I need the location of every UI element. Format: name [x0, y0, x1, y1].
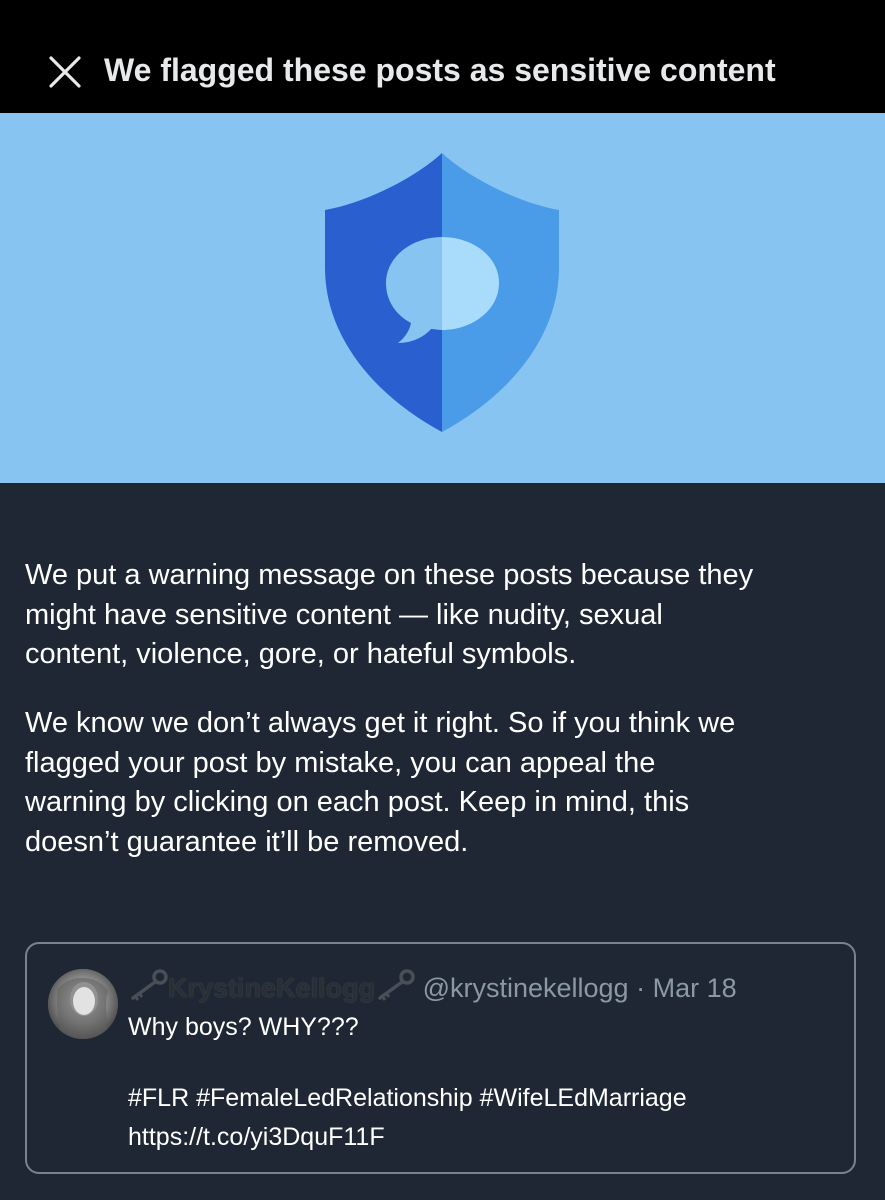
paragraph-line: doesn’t guarantee it’ll be removed.	[25, 825, 469, 858]
paragraph-line: might have sensitive content — like nudi…	[25, 598, 663, 631]
paragraph-line: We know we don’t always get it right. So…	[25, 707, 736, 739]
paragraph-line: We put a warning message on these posts …	[25, 559, 754, 591]
paragraph-line: flagged your post by mistake, you can ap…	[25, 746, 656, 779]
separator: ·	[636, 973, 646, 1003]
flagged-post-card[interactable]: KrystineKellogg @krystinekellogg · Mar 1…	[25, 942, 856, 1174]
page-title: We flagged these posts as sensitive cont…	[104, 52, 776, 88]
close-button[interactable]	[44, 52, 84, 92]
explanation-paragraph: We put a warning message on these posts …	[25, 556, 865, 675]
paragraph-line: content, violence, gore, or hateful symb…	[25, 638, 577, 670]
shield-chat-icon	[325, 153, 559, 432]
top-bar: We flagged these posts as sensitive cont…	[0, 0, 885, 113]
display-name[interactable]: KrystineKellogg	[168, 973, 375, 1003]
hero-banner	[0, 113, 885, 483]
appeal-paragraph: We know we don’t always get it right. So…	[25, 704, 865, 862]
post-hashtags[interactable]: #FLR #FemaleLedRelationship #WifeLEdMarr…	[128, 1081, 687, 1115]
post-date[interactable]: Mar 18	[653, 973, 737, 1003]
close-icon	[49, 56, 81, 88]
post-text: Why boys? WHY???	[128, 1013, 359, 1041]
avatar[interactable]	[48, 969, 118, 1039]
paragraph-line: warning by clicking on each post. Keep i…	[25, 786, 690, 818]
key-icon	[131, 969, 168, 1001]
sensitive-content-screen: We flagged these posts as sensitive cont…	[0, 0, 885, 1200]
user-handle[interactable]: @krystinekellogg	[423, 973, 629, 1003]
post-link[interactable]: https://t.co/yi3DquF11F	[128, 1120, 385, 1154]
key-icon	[378, 969, 415, 1001]
post-header: KrystineKellogg @krystinekellogg · Mar 1…	[128, 969, 737, 1006]
